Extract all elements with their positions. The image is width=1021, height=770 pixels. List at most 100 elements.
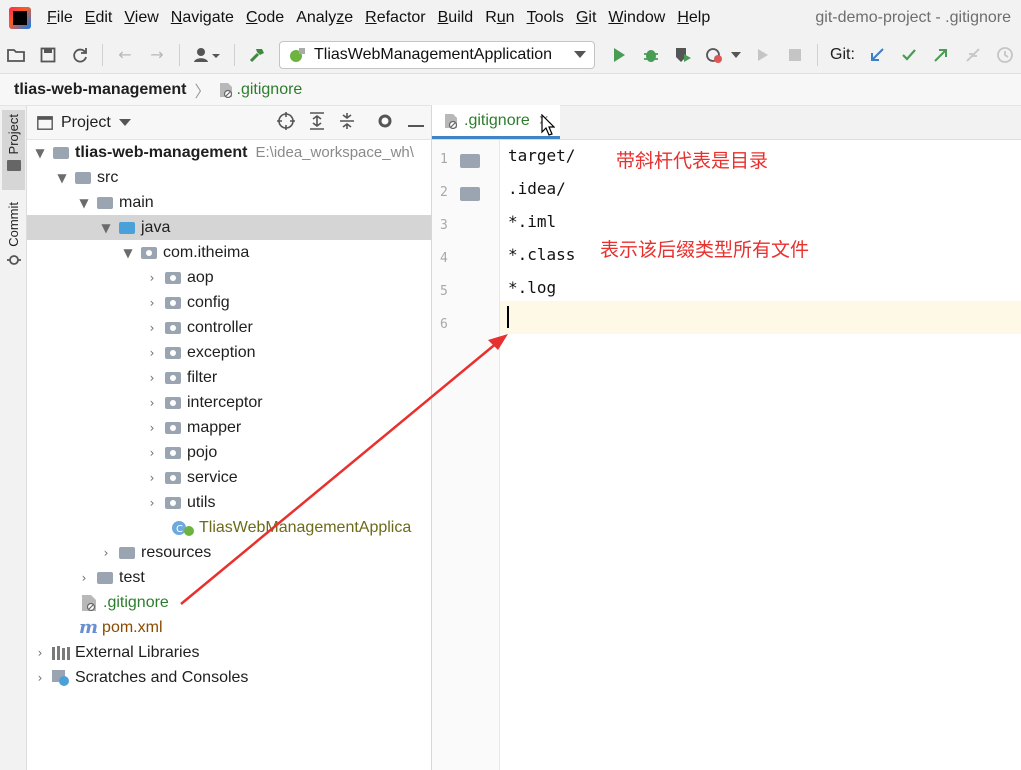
chevron-down-icon[interactable]: ▼ bbox=[99, 221, 113, 235]
tree-item-pom[interactable]: m pom.xml bbox=[27, 615, 431, 640]
tree-item-package[interactable]: › aop bbox=[27, 265, 431, 290]
chevron-down-icon[interactable] bbox=[118, 118, 131, 127]
chevron-right-icon[interactable]: › bbox=[33, 671, 47, 685]
chevron-right-icon[interactable]: › bbox=[145, 421, 159, 435]
chevron-right-icon[interactable]: › bbox=[145, 271, 159, 285]
expand-all-icon[interactable] bbox=[309, 111, 325, 134]
profiler-icon[interactable] bbox=[705, 45, 725, 65]
code-line[interactable]: .idea/ bbox=[508, 179, 566, 198]
tool-tab-project[interactable]: Project bbox=[2, 110, 25, 190]
chevron-down-icon[interactable]: ▼ bbox=[121, 246, 135, 260]
menu-build[interactable]: Build bbox=[432, 9, 480, 27]
tree-item-package[interactable]: › config bbox=[27, 290, 431, 315]
tree-item-label: Scratches and Consoles bbox=[75, 668, 249, 686]
git-update-icon[interactable] bbox=[867, 45, 887, 65]
run-configuration-select[interactable]: TliasWebManagementApplication bbox=[279, 40, 595, 69]
user-dropdown-icon[interactable] bbox=[192, 45, 222, 65]
tree-item-test[interactable]: › test bbox=[27, 565, 431, 590]
editor: .gitignore ✕ 1 2 3 4 5 6 target/ .idea/ … bbox=[432, 105, 1021, 770]
settings-gear-icon[interactable] bbox=[376, 112, 394, 134]
menu-window[interactable]: Window bbox=[602, 9, 671, 27]
git-history-icon[interactable] bbox=[995, 45, 1015, 65]
tool-tab-commit[interactable]: Commit bbox=[2, 202, 25, 282]
chevron-right-icon[interactable]: › bbox=[145, 371, 159, 385]
locate-crosshair-icon[interactable] bbox=[277, 111, 295, 134]
chevron-right-icon[interactable]: › bbox=[145, 496, 159, 510]
package-icon bbox=[165, 471, 181, 484]
chevron-right-icon[interactable]: › bbox=[33, 646, 47, 660]
tree-item-src[interactable]: ▼ src bbox=[27, 165, 431, 190]
chevron-right-icon[interactable]: › bbox=[145, 296, 159, 310]
breadcrumb-file[interactable]: .gitignore bbox=[237, 81, 303, 99]
save-icon[interactable] bbox=[38, 45, 58, 65]
breadcrumb-project[interactable]: tlias-web-management bbox=[14, 81, 186, 99]
menu-tools[interactable]: Tools bbox=[521, 9, 570, 27]
chevron-right-icon[interactable]: › bbox=[145, 346, 159, 360]
menu-analyze[interactable]: Analyze bbox=[290, 9, 359, 27]
tree-item-main[interactable]: ▼ main bbox=[27, 190, 431, 215]
build-hammer-icon[interactable] bbox=[247, 45, 267, 65]
chevron-down-icon[interactable]: ▼ bbox=[33, 146, 47, 160]
hide-panel-icon[interactable] bbox=[408, 113, 424, 132]
tree-item-label: pom.xml bbox=[102, 618, 163, 636]
gitignore-file-icon bbox=[82, 594, 96, 611]
tree-item-package[interactable]: › exception bbox=[27, 340, 431, 365]
chevron-right-icon[interactable]: › bbox=[77, 571, 91, 585]
forward-arrow-icon[interactable]: → bbox=[147, 45, 167, 65]
chevron-right-icon[interactable]: › bbox=[145, 396, 159, 410]
chevron-right-icon[interactable]: › bbox=[99, 546, 113, 560]
run-icon[interactable] bbox=[609, 45, 629, 65]
tree-item-resources[interactable]: › resources bbox=[27, 540, 431, 565]
tree-item-scratches[interactable]: › Scratches and Consoles bbox=[27, 665, 431, 690]
debug-bug-icon[interactable] bbox=[641, 45, 661, 65]
stop-icon[interactable] bbox=[785, 45, 805, 65]
git-compare-icon[interactable] bbox=[963, 45, 983, 65]
code-line[interactable]: *.class bbox=[508, 245, 575, 264]
code-line[interactable]: target/ bbox=[508, 146, 575, 165]
tree-item-package-root[interactable]: ▼ com.itheima bbox=[27, 240, 431, 265]
git-push-icon[interactable] bbox=[931, 45, 951, 65]
menu-run[interactable]: Run bbox=[479, 9, 520, 27]
menu-refactor[interactable]: Refactor bbox=[359, 9, 431, 27]
project-panel-title[interactable]: Project bbox=[61, 114, 111, 132]
menu-file[interactable]: File bbox=[41, 9, 79, 27]
back-arrow-icon[interactable]: ← bbox=[115, 45, 135, 65]
source-folder-icon bbox=[119, 221, 135, 234]
menu-view[interactable]: View bbox=[118, 9, 164, 27]
editor-tab-bar: .gitignore ✕ bbox=[432, 105, 1021, 140]
tree-item-package[interactable]: › pojo bbox=[27, 440, 431, 465]
annotation-directory-note: 带斜杆代表是目录 bbox=[616, 150, 769, 172]
chevron-right-icon[interactable]: › bbox=[145, 446, 159, 460]
code-line[interactable]: *.log bbox=[508, 278, 556, 297]
chevron-right-icon[interactable]: › bbox=[145, 471, 159, 485]
svg-text:C: C bbox=[176, 524, 183, 535]
sync-icon[interactable] bbox=[70, 45, 90, 65]
menu-edit[interactable]: Edit bbox=[79, 9, 119, 27]
code-line[interactable]: *.iml bbox=[508, 212, 556, 231]
resume-icon[interactable] bbox=[753, 45, 773, 65]
tree-item-package[interactable]: › service bbox=[27, 465, 431, 490]
tree-item-java[interactable]: ▼ java bbox=[27, 215, 431, 240]
tree-item-package[interactable]: › controller bbox=[27, 315, 431, 340]
open-folder-icon[interactable] bbox=[6, 45, 26, 65]
tree-item-package[interactable]: › utils bbox=[27, 490, 431, 515]
tree-item-package[interactable]: › mapper bbox=[27, 415, 431, 440]
tree-item-main-class[interactable]: C TliasWebManagementApplica bbox=[27, 515, 431, 540]
tree-item-package[interactable]: › interceptor bbox=[27, 390, 431, 415]
collapse-all-icon[interactable] bbox=[339, 112, 355, 134]
menu-git[interactable]: Git bbox=[570, 9, 602, 27]
menu-code[interactable]: Code bbox=[240, 9, 290, 27]
project-panel-header: Project bbox=[27, 106, 431, 140]
menu-help[interactable]: Help bbox=[671, 9, 716, 27]
chevron-down-icon[interactable]: ▼ bbox=[77, 196, 91, 210]
menu-navigate[interactable]: Navigate bbox=[165, 9, 240, 27]
chevron-right-icon[interactable]: › bbox=[145, 321, 159, 335]
tree-item-package[interactable]: › filter bbox=[27, 365, 431, 390]
tree-item-gitignore[interactable]: .gitignore bbox=[27, 590, 431, 615]
tree-item-external-libraries[interactable]: › External Libraries bbox=[27, 640, 431, 665]
tree-item-project-root[interactable]: ▼ tlias-web-management E:\idea_workspace… bbox=[27, 140, 431, 165]
more-run-options-icon[interactable] bbox=[731, 45, 741, 65]
chevron-down-icon[interactable]: ▼ bbox=[55, 171, 69, 185]
coverage-icon[interactable] bbox=[673, 45, 693, 65]
git-commit-icon[interactable] bbox=[899, 45, 919, 65]
